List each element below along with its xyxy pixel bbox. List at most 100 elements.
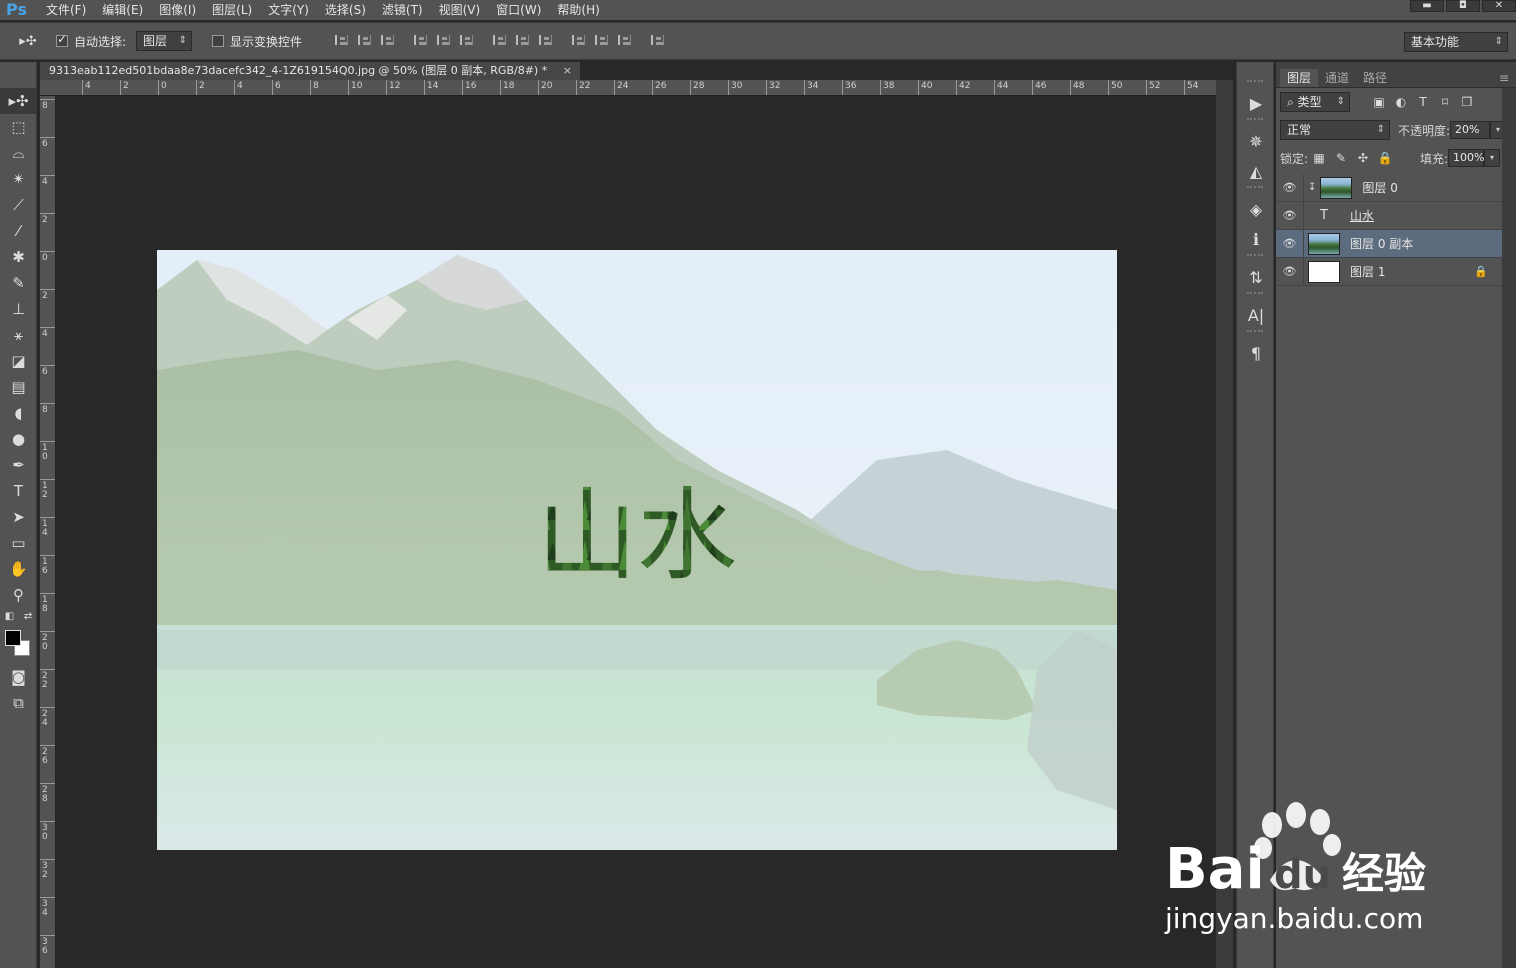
info-icon[interactable]: ℹ (1237, 224, 1275, 254)
marquee-tool[interactable]: ⬚ (0, 114, 37, 140)
tab-layers[interactable]: 图层 (1280, 69, 1319, 87)
swap-colors-icon[interactable]: ⇄ (24, 611, 32, 622)
auto-select-target-select[interactable]: 图层 (136, 31, 193, 51)
brush-tool[interactable]: ✎ (0, 270, 37, 296)
distribute-top-icon[interactable] (488, 32, 510, 50)
layer-row[interactable]: 👁 ↧ 图层 0 (1276, 173, 1502, 202)
panel-grip[interactable] (1247, 118, 1263, 126)
layer-name[interactable]: 图层 0 (1362, 179, 1397, 196)
eyedropper-tool[interactable]: ⁄ (0, 218, 37, 244)
auto-select-option[interactable]: 自动选择: (56, 32, 126, 50)
show-transform-option[interactable]: 显示变换控件 (212, 33, 302, 50)
canvas-area[interactable]: 山水 (57, 97, 1216, 968)
tab-channels[interactable]: 通道 (1318, 69, 1356, 87)
show-transform-checkbox[interactable] (212, 35, 225, 47)
menu-view[interactable]: 视图(V) (431, 0, 489, 20)
move-tool[interactable]: ▸✣ (0, 88, 37, 114)
menu-select[interactable]: 选择(S) (317, 0, 374, 20)
panel-grip[interactable] (1247, 254, 1263, 262)
foreground-color[interactable] (5, 630, 21, 646)
panel-menu-icon[interactable]: ≡ (1492, 69, 1516, 87)
layer-name[interactable]: 图层 0 副本 (1350, 235, 1413, 252)
layer-name[interactable]: 图层 1 (1350, 263, 1385, 280)
menu-type[interactable]: 文字(Y) (260, 0, 317, 20)
align-top-icon[interactable] (330, 32, 352, 50)
type-tool[interactable]: T (0, 478, 37, 504)
distribute-vcenter-icon[interactable] (511, 32, 533, 50)
layer-row[interactable]: 👁 T 山水 (1276, 201, 1502, 230)
blend-mode-select[interactable]: 正常 (1280, 120, 1390, 140)
adjust-icon[interactable]: ⇅ (1237, 262, 1275, 292)
align-vcenter-icon[interactable] (353, 32, 375, 50)
menu-file[interactable]: 文件(F) (38, 0, 94, 20)
default-colors-icon[interactable]: ◧ (5, 611, 14, 622)
menu-edit[interactable]: 编辑(E) (94, 0, 151, 20)
compass-icon[interactable]: ✵ (1237, 126, 1275, 156)
distribute-right-icon[interactable] (613, 32, 635, 50)
close-button[interactable]: ✕ (1482, 0, 1516, 12)
auto-align-icon[interactable] (646, 32, 668, 50)
restore-button[interactable]: ◘ (1446, 0, 1480, 12)
visibility-eye-icon[interactable]: 👁 (1276, 201, 1304, 230)
hand-tool[interactable]: ✋ (0, 556, 37, 582)
blur-tool[interactable]: ◖ (0, 400, 37, 426)
lock-all-icon[interactable]: 🔒 (1374, 151, 1396, 165)
histogram-icon[interactable]: ◭ (1237, 156, 1275, 186)
3d-icon[interactable]: ◈ (1237, 194, 1275, 224)
magic-wand-tool[interactable]: ✴ (0, 166, 37, 192)
menu-window[interactable]: 窗口(W) (488, 0, 549, 20)
type-filter-icon[interactable]: T (1412, 95, 1434, 109)
tab-paths[interactable]: 路径 (1356, 69, 1394, 87)
crop-tool[interactable]: ⟋ (0, 192, 37, 218)
dodge-tool[interactable]: ● (0, 426, 37, 452)
panel-grip[interactable] (1247, 186, 1263, 194)
menu-image[interactable]: 图像(I) (151, 0, 204, 20)
distribute-left-icon[interactable] (567, 32, 589, 50)
align-left-icon[interactable] (409, 32, 431, 50)
align-right-icon[interactable] (455, 32, 477, 50)
character-icon[interactable]: A| (1237, 300, 1275, 330)
lasso-tool[interactable]: ⌓ (0, 140, 37, 166)
menu-help[interactable]: 帮助(H) (549, 0, 607, 20)
tool-preset-picker[interactable]: ▸✣ (0, 34, 56, 49)
workspace-select[interactable]: 基本功能 (1404, 32, 1508, 52)
pixel-filter-icon[interactable]: ▣ (1368, 95, 1390, 109)
paragraph-icon[interactable]: ¶ (1237, 338, 1275, 368)
menu-filter[interactable]: 滤镜(T) (374, 0, 431, 20)
adjustment-filter-icon[interactable]: ◐ (1390, 95, 1412, 109)
layer-name[interactable]: 山水 (1350, 207, 1374, 224)
visibility-eye-icon[interactable]: 👁 (1276, 173, 1304, 202)
layer-row[interactable]: 👁 图层 1 🔒 (1276, 257, 1502, 286)
menu-layer[interactable]: 图层(L) (204, 0, 260, 20)
fill-dropdown-icon[interactable]: ▾ (1484, 149, 1500, 167)
document-tab[interactable]: 9313eab112ed501bdaa8e73dacefc342_4-1Z619… (40, 62, 580, 80)
clone-stamp-tool[interactable]: ⊥ (0, 296, 37, 322)
align-bottom-icon[interactable] (376, 32, 398, 50)
close-icon[interactable]: × (563, 62, 572, 80)
screen-mode-icon[interactable]: ⧉ (0, 690, 37, 716)
vertical-ruler[interactable]: 8 6 4 2 0 2 4 6 8 10 12 14 16 18 20 22 24 26 28 30 32 34 36 (40, 96, 56, 968)
rectangle-tool[interactable]: ▭ (0, 530, 37, 556)
pen-tool[interactable]: ✒ (0, 452, 37, 478)
panel-grip[interactable] (1247, 330, 1263, 338)
shape-filter-icon[interactable]: ⌑ (1434, 95, 1456, 109)
path-selection-tool[interactable]: ➤ (0, 504, 37, 530)
panel-grip[interactable] (1247, 292, 1263, 300)
lock-position-icon[interactable]: ✣ (1352, 151, 1374, 165)
align-hcenter-icon[interactable] (432, 32, 454, 50)
eraser-tool[interactable]: ◪ (0, 348, 37, 374)
quick-mask-icon[interactable]: ◙ (0, 664, 37, 690)
panel-grip[interactable] (1247, 80, 1263, 88)
panel-scrollbar[interactable] (1502, 88, 1516, 968)
horizontal-ruler[interactable]: 4 2 0 2 4 6 8 10 12 14 16 18 20 22 24 26 28 30 32 34 36 38 40 4… (40, 80, 1216, 96)
layer-filter-select[interactable]: ⌕ 类型 (1280, 92, 1350, 112)
distribute-bottom-icon[interactable] (534, 32, 556, 50)
lock-transparent-icon[interactable]: ▦ (1308, 151, 1330, 165)
distribute-hcenter-icon[interactable] (590, 32, 612, 50)
visibility-eye-icon[interactable]: 👁 (1276, 257, 1304, 286)
auto-select-checkbox[interactable] (56, 32, 68, 47)
play-icon[interactable]: ▶ (1237, 88, 1275, 118)
document-canvas[interactable]: 山水 (157, 250, 1117, 850)
gradient-tool[interactable]: ▤ (0, 374, 37, 400)
opacity-input[interactable]: 20% (1450, 121, 1491, 139)
